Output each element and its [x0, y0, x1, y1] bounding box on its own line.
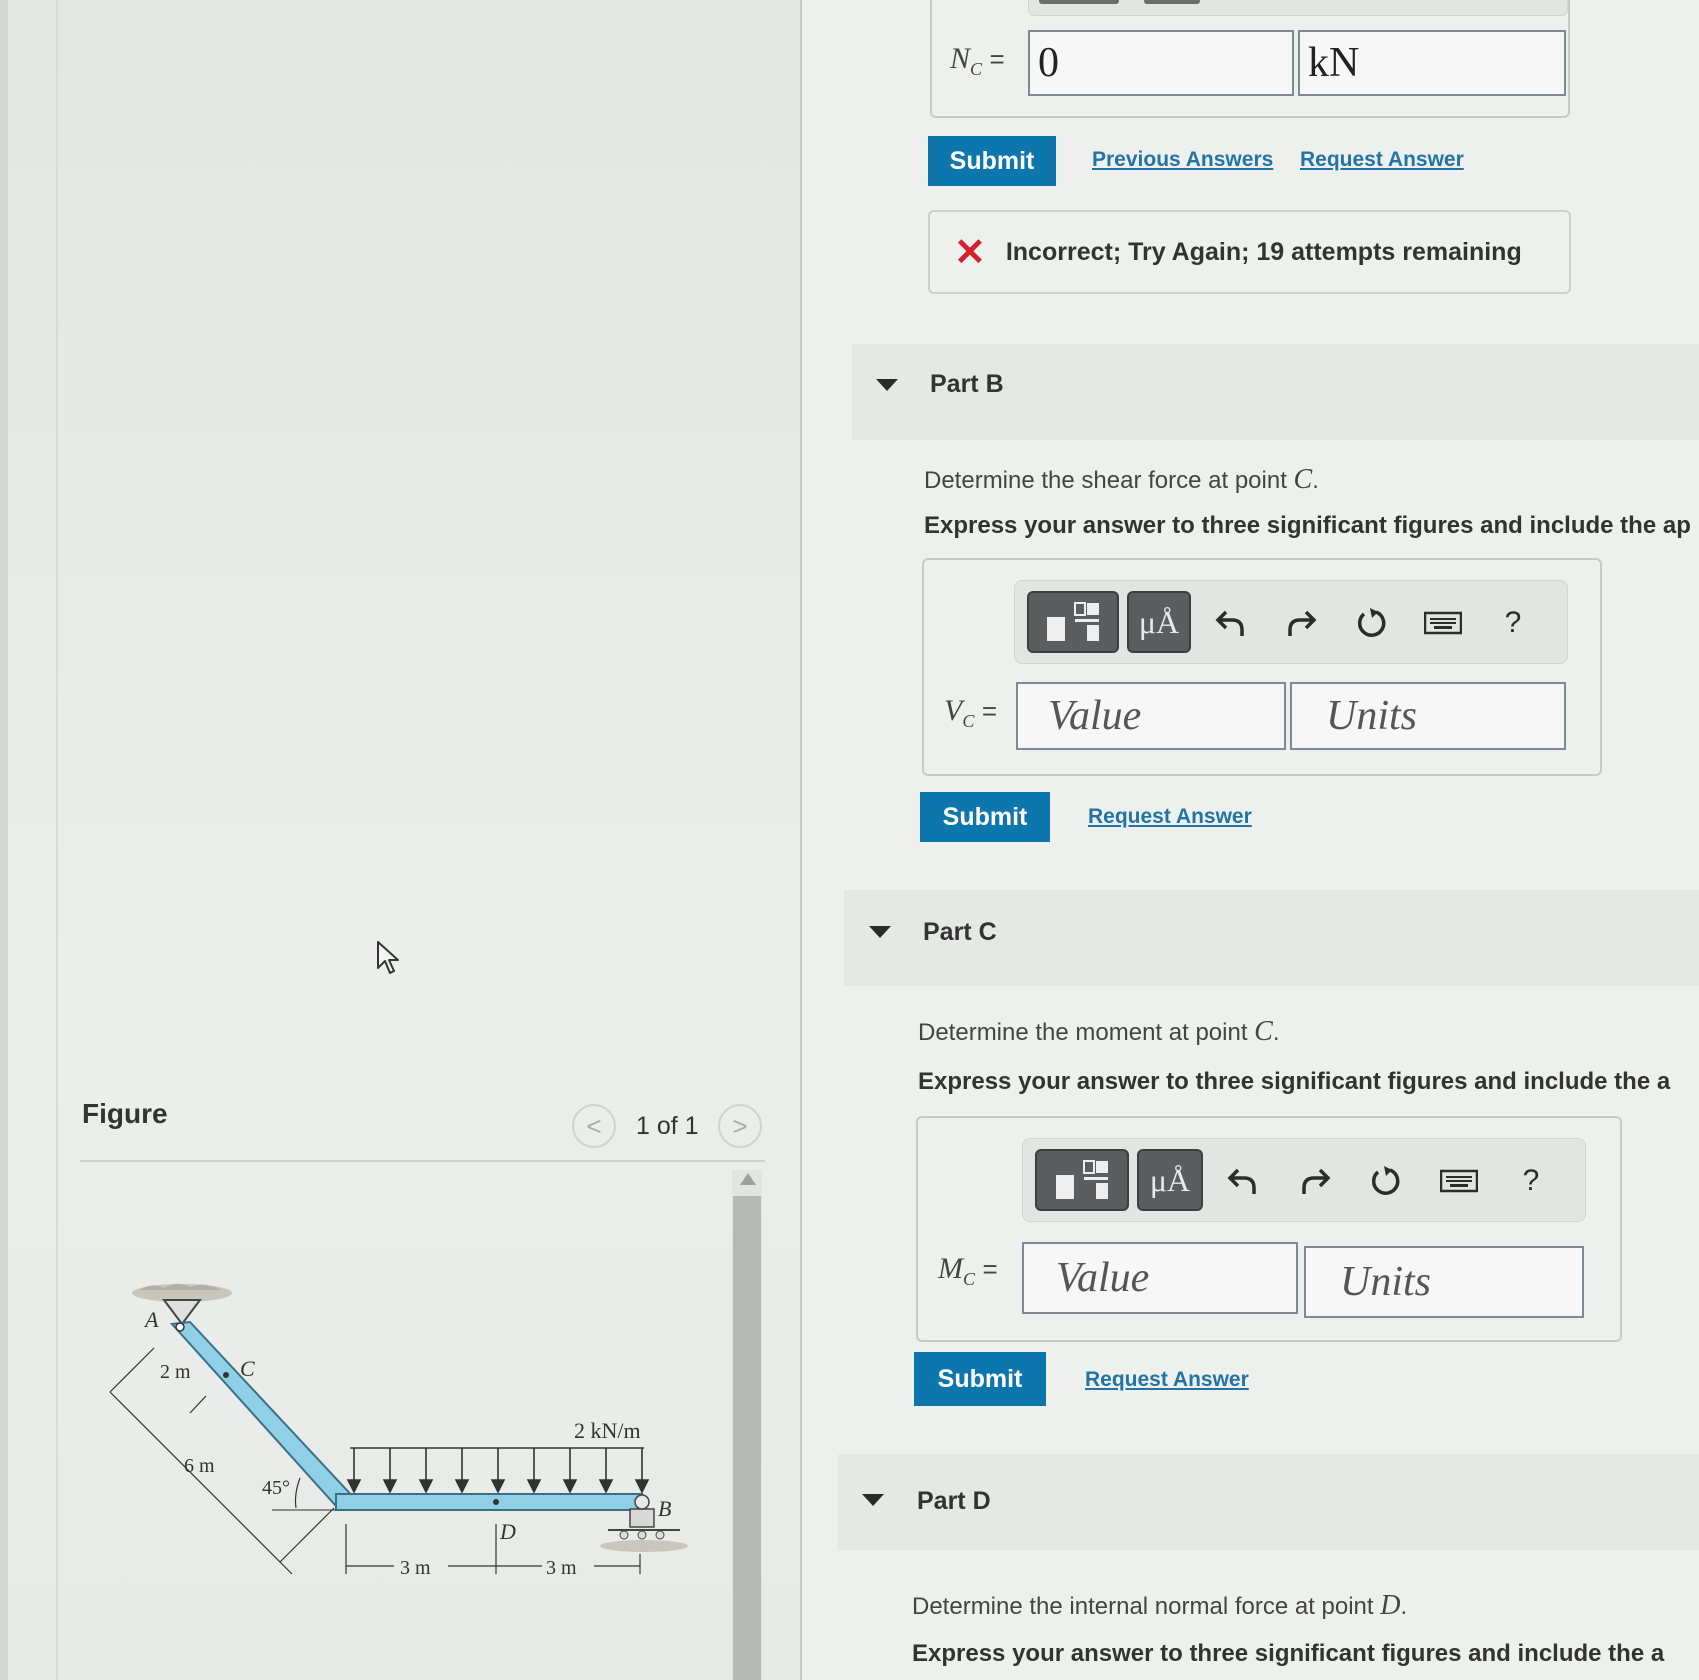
keyboard-icon: [1424, 611, 1462, 635]
templates-button[interactable]: [1027, 591, 1119, 653]
figure-next-button[interactable]: >: [718, 1104, 762, 1148]
units-button[interactable]: μÅ: [1127, 591, 1191, 653]
keyboard-icon: [1440, 1169, 1478, 1193]
point-C-marker: [223, 1372, 229, 1378]
partC-request-answer-link[interactable]: Request Answer: [1085, 1368, 1249, 1392]
partB-instruction: Express your answer to three significant…: [924, 512, 1691, 539]
label-B: B: [658, 1496, 671, 1521]
angle-45: 45°: [262, 1477, 290, 1499]
panel-border: [56, 0, 58, 1680]
templates-button[interactable]: [1035, 1149, 1129, 1211]
mouse-pointer-icon: [377, 941, 399, 974]
angle-arc: [294, 1477, 301, 1509]
undo-icon: [1227, 1168, 1256, 1194]
partA-units-input[interactable]: kN: [1298, 30, 1566, 96]
distributed-load: [346, 1447, 650, 1494]
help-button[interactable]: ?: [1487, 595, 1539, 651]
chevron-left-icon: <: [586, 1110, 602, 1141]
units-button[interactable]: μÅ: [1137, 1149, 1203, 1211]
units-button[interactable]: [1144, 0, 1200, 4]
window-edge: [0, 0, 8, 1680]
reset-icon: [1357, 608, 1386, 637]
figure-divider: [80, 1160, 765, 1162]
undo-button[interactable]: [1217, 1153, 1269, 1209]
beam-horizontal-segment: [335, 1493, 643, 1511]
partA-toolbar: [1028, 0, 1568, 16]
partC-toolbar: μÅ ?: [1022, 1138, 1586, 1222]
keyboard-button[interactable]: [1417, 595, 1469, 651]
help-icon: ?: [1522, 1164, 1540, 1197]
partB-request-answer-link[interactable]: Request Answer: [1088, 805, 1252, 829]
redo-button[interactable]: [1275, 595, 1327, 651]
load-label: 2 kN/m: [574, 1418, 641, 1443]
pin-A: [175, 1322, 185, 1332]
label-D: D: [499, 1519, 516, 1544]
dim-3m-left: 3 m: [400, 1557, 431, 1579]
templates-icon: [1047, 602, 1099, 641]
horizontal-dimensions: [345, 1524, 641, 1574]
partA-previous-answers-link[interactable]: Previous Answers: [1092, 148, 1273, 172]
partB-label: VC =: [944, 694, 998, 731]
partC-label: MC =: [938, 1252, 998, 1289]
partB-toolbar: μÅ ?: [1014, 580, 1568, 664]
partC-prompt: Determine the moment at point C.: [918, 1016, 1280, 1047]
partC-units-input[interactable]: Units: [1304, 1246, 1584, 1318]
reset-icon: [1371, 1166, 1400, 1195]
dim-2m: 2 m: [160, 1361, 191, 1383]
dim-3m-right: 3 m: [546, 1557, 577, 1579]
units-icon: μÅ: [1138, 603, 1180, 640]
partB-units-input[interactable]: Units: [1290, 682, 1566, 750]
partB-submit-button[interactable]: Submit: [920, 792, 1050, 842]
label-A: A: [143, 1307, 159, 1332]
redo-icon: [1288, 610, 1317, 636]
figure-prev-button[interactable]: <: [572, 1104, 616, 1148]
partC-value-input[interactable]: Value: [1022, 1242, 1298, 1314]
partB-value-input[interactable]: Value: [1016, 682, 1286, 750]
partD-collapse-caret-icon[interactable]: [862, 1494, 884, 1506]
help-icon: ?: [1504, 606, 1522, 639]
partA-label: NC =: [950, 42, 1005, 79]
partA-request-answer-link[interactable]: Request Answer: [1300, 148, 1464, 172]
partD-prompt: Determine the internal normal force at p…: [912, 1590, 1408, 1621]
partC-title: Part C: [923, 918, 997, 946]
partD-title: Part D: [917, 1487, 991, 1515]
figure-counter: 1 of 1: [636, 1112, 699, 1140]
partB-title: Part B: [930, 370, 1004, 398]
scrollbar-thumb[interactable]: [733, 1196, 761, 1680]
partC-instruction: Express your answer to three significant…: [918, 1068, 1671, 1095]
partB-collapse-caret-icon[interactable]: [876, 379, 898, 391]
templates-icon: [1056, 1160, 1108, 1199]
partC-collapse-caret-icon[interactable]: [869, 926, 891, 938]
help-button[interactable]: ?: [1505, 1153, 1557, 1209]
partB-prompt: Determine the shear force at point C.: [924, 464, 1319, 495]
keyboard-button[interactable]: [1433, 1153, 1485, 1209]
units-icon: μÅ: [1149, 1161, 1191, 1198]
redo-button[interactable]: [1289, 1153, 1341, 1209]
dim-6m: 6 m: [184, 1455, 215, 1477]
redo-icon: [1302, 1168, 1331, 1194]
beam-diagram: A C D B 2 m 6 m 45° 2 kN/m 3 m 3 m: [109, 1283, 688, 1579]
templates-button[interactable]: [1039, 0, 1119, 4]
partA-feedback: ✕ Incorrect; Try Again; 19 attempts rema…: [928, 210, 1571, 294]
partA-submit-button[interactable]: Submit: [928, 136, 1056, 186]
undo-button[interactable]: [1205, 595, 1257, 651]
reset-button[interactable]: [1345, 595, 1397, 651]
partD-instruction: Express your answer to three significant…: [912, 1640, 1665, 1667]
label-C: C: [240, 1356, 255, 1381]
partA-value-input[interactable]: 0: [1028, 30, 1294, 96]
reset-button[interactable]: [1359, 1153, 1411, 1209]
error-x-icon: ✕: [954, 231, 986, 274]
partC-submit-button[interactable]: Submit: [914, 1352, 1046, 1406]
chevron-right-icon: >: [732, 1110, 748, 1141]
point-D-marker: [493, 1499, 499, 1505]
undo-icon: [1215, 610, 1244, 636]
feedback-message: Incorrect; Try Again; 19 attempts remain…: [1005, 237, 1522, 266]
scroll-up-arrow-icon[interactable]: [740, 1173, 756, 1185]
figure-title: Figure: [82, 1098, 168, 1129]
